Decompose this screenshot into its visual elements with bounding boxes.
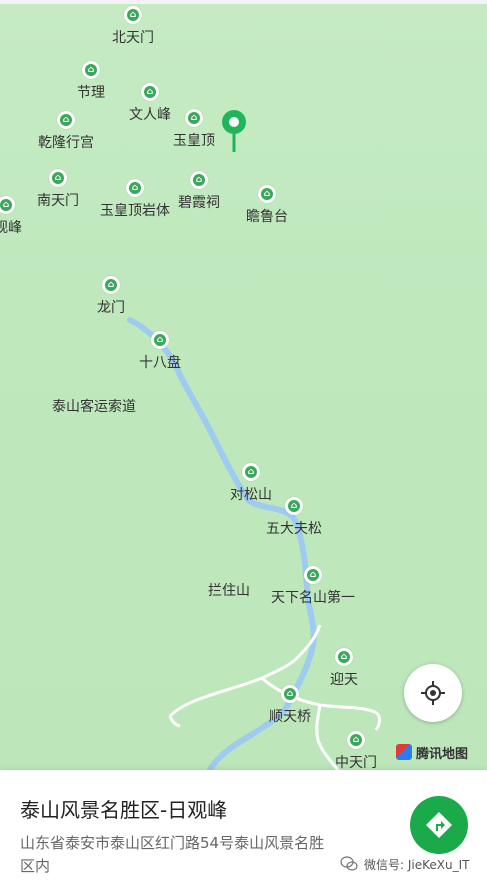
scenic-spot-icon: ⌂ <box>102 276 120 294</box>
place-info-sheet[interactable]: 泰山风景名胜区-日观峰 山东省泰安市泰山区红门路54号泰山风景名胜区内 微信号:… <box>0 770 487 886</box>
scenic-spot-icon: ⌂ <box>285 497 303 515</box>
scenic-spot-icon: ⌂ <box>49 169 67 187</box>
location-pin-icon[interactable] <box>219 108 249 152</box>
place-title: 泰山风景名胜区-日观峰 <box>20 798 228 822</box>
scenic-spot-icon: ⌂ <box>141 83 159 101</box>
scenic-spot-icon: ⌂ <box>185 109 203 127</box>
scenic-spot-icon: ⌂ <box>0 196 15 214</box>
scenic-spot-icon: ⌂ <box>151 331 169 349</box>
scenic-spot-icon: ⌂ <box>190 171 208 189</box>
scenic-spot-icon: ⌂ <box>335 648 353 666</box>
map-canvas[interactable]: ⌂ 北天门 ⌂ 节理 ⌂ 文人峰 ⌂ 玉皇顶 ⌂ 乾隆行宫 ⌂ 南天门 ⌂ 玉皇… <box>0 0 487 770</box>
scenic-spot-icon: ⌂ <box>281 685 299 703</box>
scenic-spot-icon: ⌂ <box>242 463 260 481</box>
scenic-spot-icon: ⌂ <box>124 6 142 24</box>
tencent-map-logo-icon <box>396 744 412 760</box>
scenic-spot-icon: ⌂ <box>57 111 75 129</box>
navigate-button[interactable] <box>410 796 468 854</box>
map-brand-text: 腾讯地图 <box>416 746 469 762</box>
scenic-spot-icon: ⌂ <box>347 731 365 749</box>
scenic-spot-icon: ⌂ <box>82 61 100 79</box>
watermark-text: 微信号: JieKeXu_IT <box>364 857 470 872</box>
navigation-icon <box>426 812 452 838</box>
scenic-spot-icon: ⌂ <box>126 179 144 197</box>
place-address: 山东省泰安市泰山区红门路54号泰山风景名胜区内 <box>20 834 325 875</box>
road-4 <box>168 715 181 728</box>
wechat-watermark: 微信号: JieKeXu_IT <box>340 854 469 874</box>
locate-button[interactable] <box>404 664 462 722</box>
label-lanzhushan: 拦住山 <box>208 583 250 599</box>
locate-crosshair-icon <box>421 681 445 705</box>
wechat-icon <box>340 856 358 871</box>
scenic-spot-icon: ⌂ <box>304 566 322 584</box>
scenic-spot-icon: ⌂ <box>258 185 276 203</box>
map-brand: 腾讯地图 <box>396 742 468 762</box>
label-cableway: 泰山客运索道 <box>52 399 136 415</box>
